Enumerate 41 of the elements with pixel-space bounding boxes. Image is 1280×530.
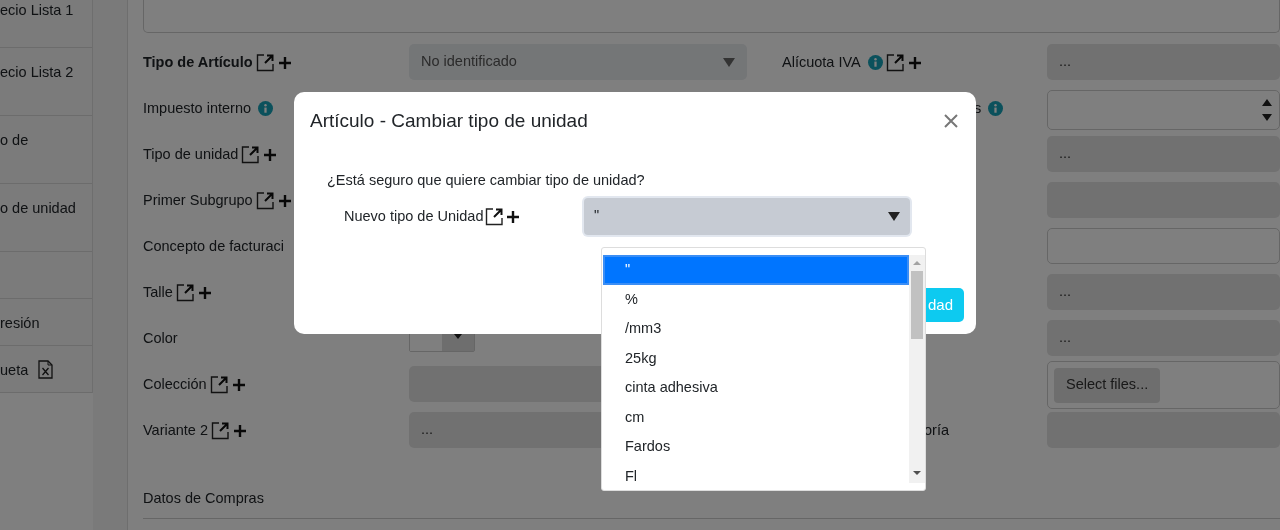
caret-icon[interactable] (888, 211, 900, 221)
sidebar-item[interactable]: ecio Lista 1 (0, 0, 74, 22)
plus-icon[interactable] (506, 209, 521, 224)
field-label: Tipo de Artículo (143, 53, 253, 72)
sidebar-item[interactable]: resión (0, 313, 40, 335)
sidebar-item[interactable]: o de (0, 130, 29, 152)
select-files-button[interactable]: Select files... (1054, 367, 1161, 403)
dropdown-option[interactable]: cinta adhesiva (603, 373, 909, 403)
number-field[interactable] (1047, 90, 1280, 130)
text-field[interactable]: ... (1047, 320, 1280, 356)
input-field[interactable] (1047, 228, 1280, 264)
scroll-down-icon[interactable] (913, 469, 921, 477)
dialog-title: Artículo - Cambiar tipo de unidad (310, 109, 588, 134)
field-label: Nuevo tipo de Unidad (344, 206, 484, 226)
scrollbar-thumb[interactable] (911, 271, 923, 339)
scrollbar[interactable] (909, 255, 925, 483)
dropdown-option[interactable]: " (603, 255, 909, 285)
field-label: Variante 2 (143, 421, 209, 440)
close-icon[interactable] (944, 114, 958, 128)
field-label: Color (143, 329, 178, 348)
text-field[interactable]: ... (1047, 274, 1280, 310)
field-label: Impuesto interno (143, 99, 251, 118)
field-label: Concepto de facturaci (143, 237, 285, 256)
sidebar-item[interactable]: ueta (0, 360, 29, 382)
field-label: Talle (143, 283, 173, 302)
dropdown-option[interactable]: /mm3 (603, 314, 909, 344)
dropdown-option[interactable]: % (603, 284, 909, 315)
field-label: Colección (143, 375, 207, 394)
external-link-icon[interactable] (485, 207, 505, 227)
unit-select[interactable]: " (584, 197, 910, 235)
select-field[interactable]: No identificado (409, 44, 747, 80)
sidebar-item[interactable]: ecio Lista 2 (0, 62, 74, 84)
field-label: Primer Subgrupo (143, 191, 253, 210)
field-label: Alícuota IVA (782, 53, 861, 72)
text-field[interactable]: ... (1047, 136, 1280, 172)
dropdown-option[interactable]: 25kg (603, 343, 909, 374)
field-label: Tipo de unidad (143, 145, 239, 164)
text-field[interactable]: ... (1047, 44, 1280, 80)
confirm-message: ¿Está seguro que quiere cambiar tipo de unidad? (327, 171, 646, 190)
spreadsheet-file-icon[interactable] (38, 360, 54, 379)
sidebar-item[interactable]: o de unidad (0, 198, 76, 220)
